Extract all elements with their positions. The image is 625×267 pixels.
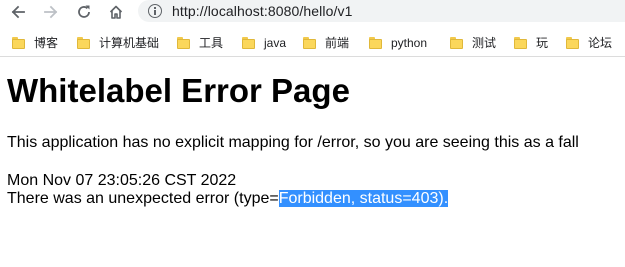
bookmark-folder[interactable]: 计算机基础 (77, 34, 159, 52)
home-button[interactable] (104, 0, 128, 24)
folder-icon (77, 37, 90, 49)
bookmark-folder[interactable]: 论坛 (566, 34, 612, 52)
bookmark-folder[interactable]: 博客 (12, 34, 58, 52)
folder-icon (369, 37, 382, 49)
bookmark-label: 论坛 (588, 36, 613, 50)
bookmark-label: 测试 (472, 36, 497, 50)
selected-text[interactable]: Forbidden, status=403). (278, 190, 449, 207)
forward-arrow-icon (44, 5, 58, 19)
folder-icon (303, 37, 316, 49)
bookmarks-bar: 博客 计算机基础 工具 java 前端 python 测试 玩 论坛 (0, 30, 625, 57)
error-type-prefix: There was an unexpected error (type= (7, 190, 279, 207)
bookmark-folder[interactable]: 前端 (303, 34, 349, 52)
bookmark-folder[interactable]: python (369, 34, 427, 52)
folder-icon (566, 37, 579, 49)
error-detail: There was an unexpected error (type=Forb… (7, 189, 449, 208)
bookmark-label: java (264, 36, 287, 50)
home-icon (109, 5, 123, 19)
folder-icon (450, 37, 463, 49)
reload-button[interactable] (72, 0, 96, 24)
error-description: This application has no explicit mapping… (7, 134, 579, 151)
bookmark-label: python (391, 36, 428, 50)
bookmark-label: 工具 (199, 36, 224, 50)
bookmark-label: 玩 (536, 36, 549, 50)
forward-button[interactable] (39, 0, 63, 24)
site-info-icon[interactable] (148, 4, 162, 18)
bookmark-label: 博客 (34, 36, 59, 50)
bookmark-label: 前端 (325, 36, 350, 50)
error-timestamp: Mon Nov 07 23:05:26 CST 2022 (7, 172, 237, 189)
bookmark-folder[interactable]: java (242, 34, 286, 52)
folder-icon (12, 37, 25, 49)
back-button[interactable] (6, 0, 30, 24)
reload-icon (78, 5, 90, 18)
bookmark-folder[interactable]: 测试 (450, 34, 496, 52)
back-arrow-icon (11, 5, 25, 19)
folder-icon (514, 37, 527, 49)
bookmark-folder[interactable]: 工具 (177, 34, 223, 52)
url-text[interactable]: http://localhost:8080/hello/v1 (172, 2, 352, 20)
address-bar[interactable]: http://localhost:8080/hello/v1 (138, 0, 625, 22)
bookmark-folder[interactable]: 玩 (514, 34, 548, 52)
bookmark-label: 计算机基础 (99, 36, 160, 50)
browser-toolbar: http://localhost:8080/hello/v1 (0, 0, 625, 24)
folder-icon (177, 37, 190, 49)
page-title: Whitelabel Error Page (7, 72, 350, 109)
folder-icon (242, 37, 255, 49)
